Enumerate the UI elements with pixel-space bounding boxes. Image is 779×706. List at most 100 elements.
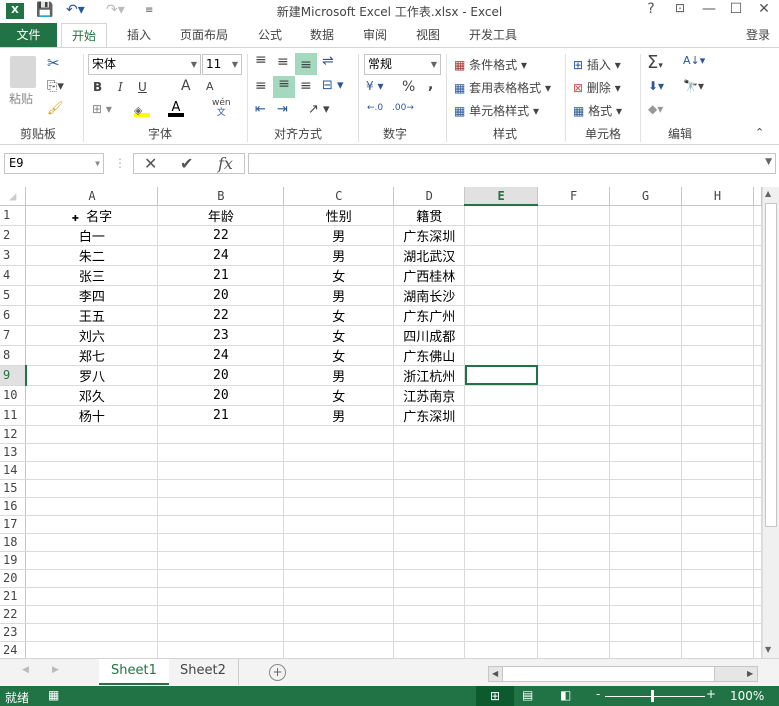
cell[interactable] (537, 405, 611, 426)
zoom-slider[interactable] (605, 696, 705, 697)
cell[interactable] (753, 605, 762, 624)
cell[interactable] (537, 385, 611, 406)
cell[interactable] (609, 245, 682, 266)
cell[interactable] (609, 305, 682, 326)
collapse-ribbon-icon[interactable]: ⌃ (755, 126, 764, 139)
cell[interactable]: ✚ 名字 (25, 205, 159, 226)
cell-styles-button[interactable]: ▦ 单元格样式 ▾ (454, 102, 539, 119)
cell[interactable] (681, 551, 754, 570)
cell[interactable]: 杨十 (25, 405, 159, 426)
cell[interactable] (681, 385, 754, 406)
cell[interactable] (464, 265, 539, 286)
cell[interactable] (283, 479, 395, 498)
cell[interactable]: 广东广州 (393, 305, 466, 326)
row-header[interactable]: 5 (0, 285, 27, 306)
row-header[interactable]: 14 (0, 461, 27, 480)
column-header-b[interactable]: B (157, 187, 285, 206)
cell[interactable]: 男 (283, 405, 395, 426)
align-middle-icon[interactable]: ≡ (277, 54, 289, 70)
zoom-in-button[interactable]: + (706, 687, 716, 701)
cell[interactable] (753, 551, 762, 570)
cell[interactable] (609, 385, 682, 406)
cell[interactable] (393, 461, 466, 480)
cell[interactable] (157, 641, 285, 658)
scroll-left-icon[interactable]: ◀ (492, 669, 498, 678)
row-header[interactable]: 10 (0, 385, 27, 406)
tab-developer[interactable]: 开发工具 (459, 23, 527, 47)
cell[interactable]: 四川成都 (393, 325, 466, 346)
row-header[interactable]: 2 (0, 225, 27, 246)
cell[interactable] (393, 479, 466, 498)
cell[interactable] (753, 205, 762, 226)
cell[interactable] (681, 225, 754, 246)
cell[interactable] (537, 587, 611, 606)
cell[interactable] (537, 551, 611, 570)
cell[interactable] (681, 325, 754, 346)
worksheet-grid[interactable]: ◢ A B C D E F G H 1 ✚ 名字 年龄 性别 籍贯 2 白一 22 男广东深圳 3 朱二 24 男湖北武… (0, 187, 762, 658)
cell[interactable] (464, 533, 539, 552)
cell[interactable]: 白一 (25, 225, 159, 246)
cell[interactable] (25, 641, 159, 658)
cell[interactable] (25, 587, 159, 606)
decrease-indent-icon[interactable]: ⇤ (255, 102, 266, 117)
cell[interactable] (537, 569, 611, 588)
row-header[interactable]: 6 (0, 305, 27, 326)
cell[interactable] (25, 461, 159, 480)
format-cells-button[interactable]: ▦ 格式 ▾ (573, 102, 622, 119)
merge-center-icon[interactable]: ⊟ ▾ (322, 78, 344, 93)
scroll-up-icon[interactable]: ▲ (765, 189, 771, 198)
cell[interactable] (157, 425, 285, 444)
new-sheet-button[interactable]: + (269, 664, 286, 681)
cell[interactable] (609, 365, 682, 386)
row-header[interactable]: 24 (0, 641, 27, 658)
row-header[interactable]: 4 (0, 265, 27, 286)
cell[interactable]: 21 (157, 405, 285, 426)
cell[interactable]: 广东深圳 (393, 405, 466, 426)
tab-review[interactable]: 审阅 (353, 23, 397, 47)
row-header[interactable]: 9 (0, 365, 27, 386)
cell[interactable] (681, 265, 754, 286)
cell[interactable] (464, 551, 539, 570)
cell[interactable] (753, 497, 762, 516)
cell[interactable]: 20 (157, 285, 285, 306)
cell[interactable] (681, 405, 754, 426)
cell[interactable] (537, 641, 611, 658)
cell[interactable] (283, 623, 395, 642)
cell[interactable] (537, 345, 611, 366)
row-header[interactable]: 18 (0, 533, 27, 552)
cell[interactable] (609, 515, 682, 534)
conditional-format-button[interactable]: ▦ 条件格式 ▾ (454, 56, 527, 73)
formula-input[interactable]: ▼ (248, 153, 776, 174)
row-header[interactable]: 15 (0, 479, 27, 498)
cell[interactable] (681, 461, 754, 480)
cell[interactable] (25, 533, 159, 552)
cell[interactable] (157, 443, 285, 462)
cell[interactable] (25, 605, 159, 624)
cell[interactable] (157, 623, 285, 642)
normal-view-icon[interactable]: ⊞ (476, 686, 514, 706)
cell[interactable] (681, 623, 754, 642)
cell[interactable] (464, 225, 539, 246)
cell[interactable] (283, 461, 395, 480)
font-color-button[interactable]: A (168, 100, 184, 117)
vertical-scrollbar[interactable]: ▲ ▼ (762, 187, 779, 658)
sort-filter-icon[interactable]: A↓▾ (683, 54, 705, 67)
cell[interactable] (464, 605, 539, 624)
delete-cells-button[interactable]: ⊠ 删除 ▾ (573, 79, 621, 96)
cell[interactable] (283, 533, 395, 552)
cell[interactable]: 男 (283, 245, 395, 266)
align-right-icon[interactable]: ≡ (300, 78, 312, 94)
format-painter-icon[interactable]: 🖌 (47, 101, 64, 116)
cell[interactable]: 21 (157, 265, 285, 286)
row-header[interactable]: 22 (0, 605, 27, 624)
cell[interactable] (753, 325, 762, 346)
align-bottom-icon[interactable]: ≡ (295, 53, 317, 75)
cell[interactable]: 邓久 (25, 385, 159, 406)
cell[interactable]: 广东深圳 (393, 225, 466, 246)
cell[interactable] (681, 605, 754, 624)
cut-icon[interactable]: ✂ (47, 54, 60, 72)
zoom-level[interactable]: 100% (730, 689, 764, 703)
enter-icon[interactable]: ✔ (180, 154, 193, 173)
cell[interactable]: 刘六 (25, 325, 159, 346)
row-header[interactable]: 19 (0, 551, 27, 570)
